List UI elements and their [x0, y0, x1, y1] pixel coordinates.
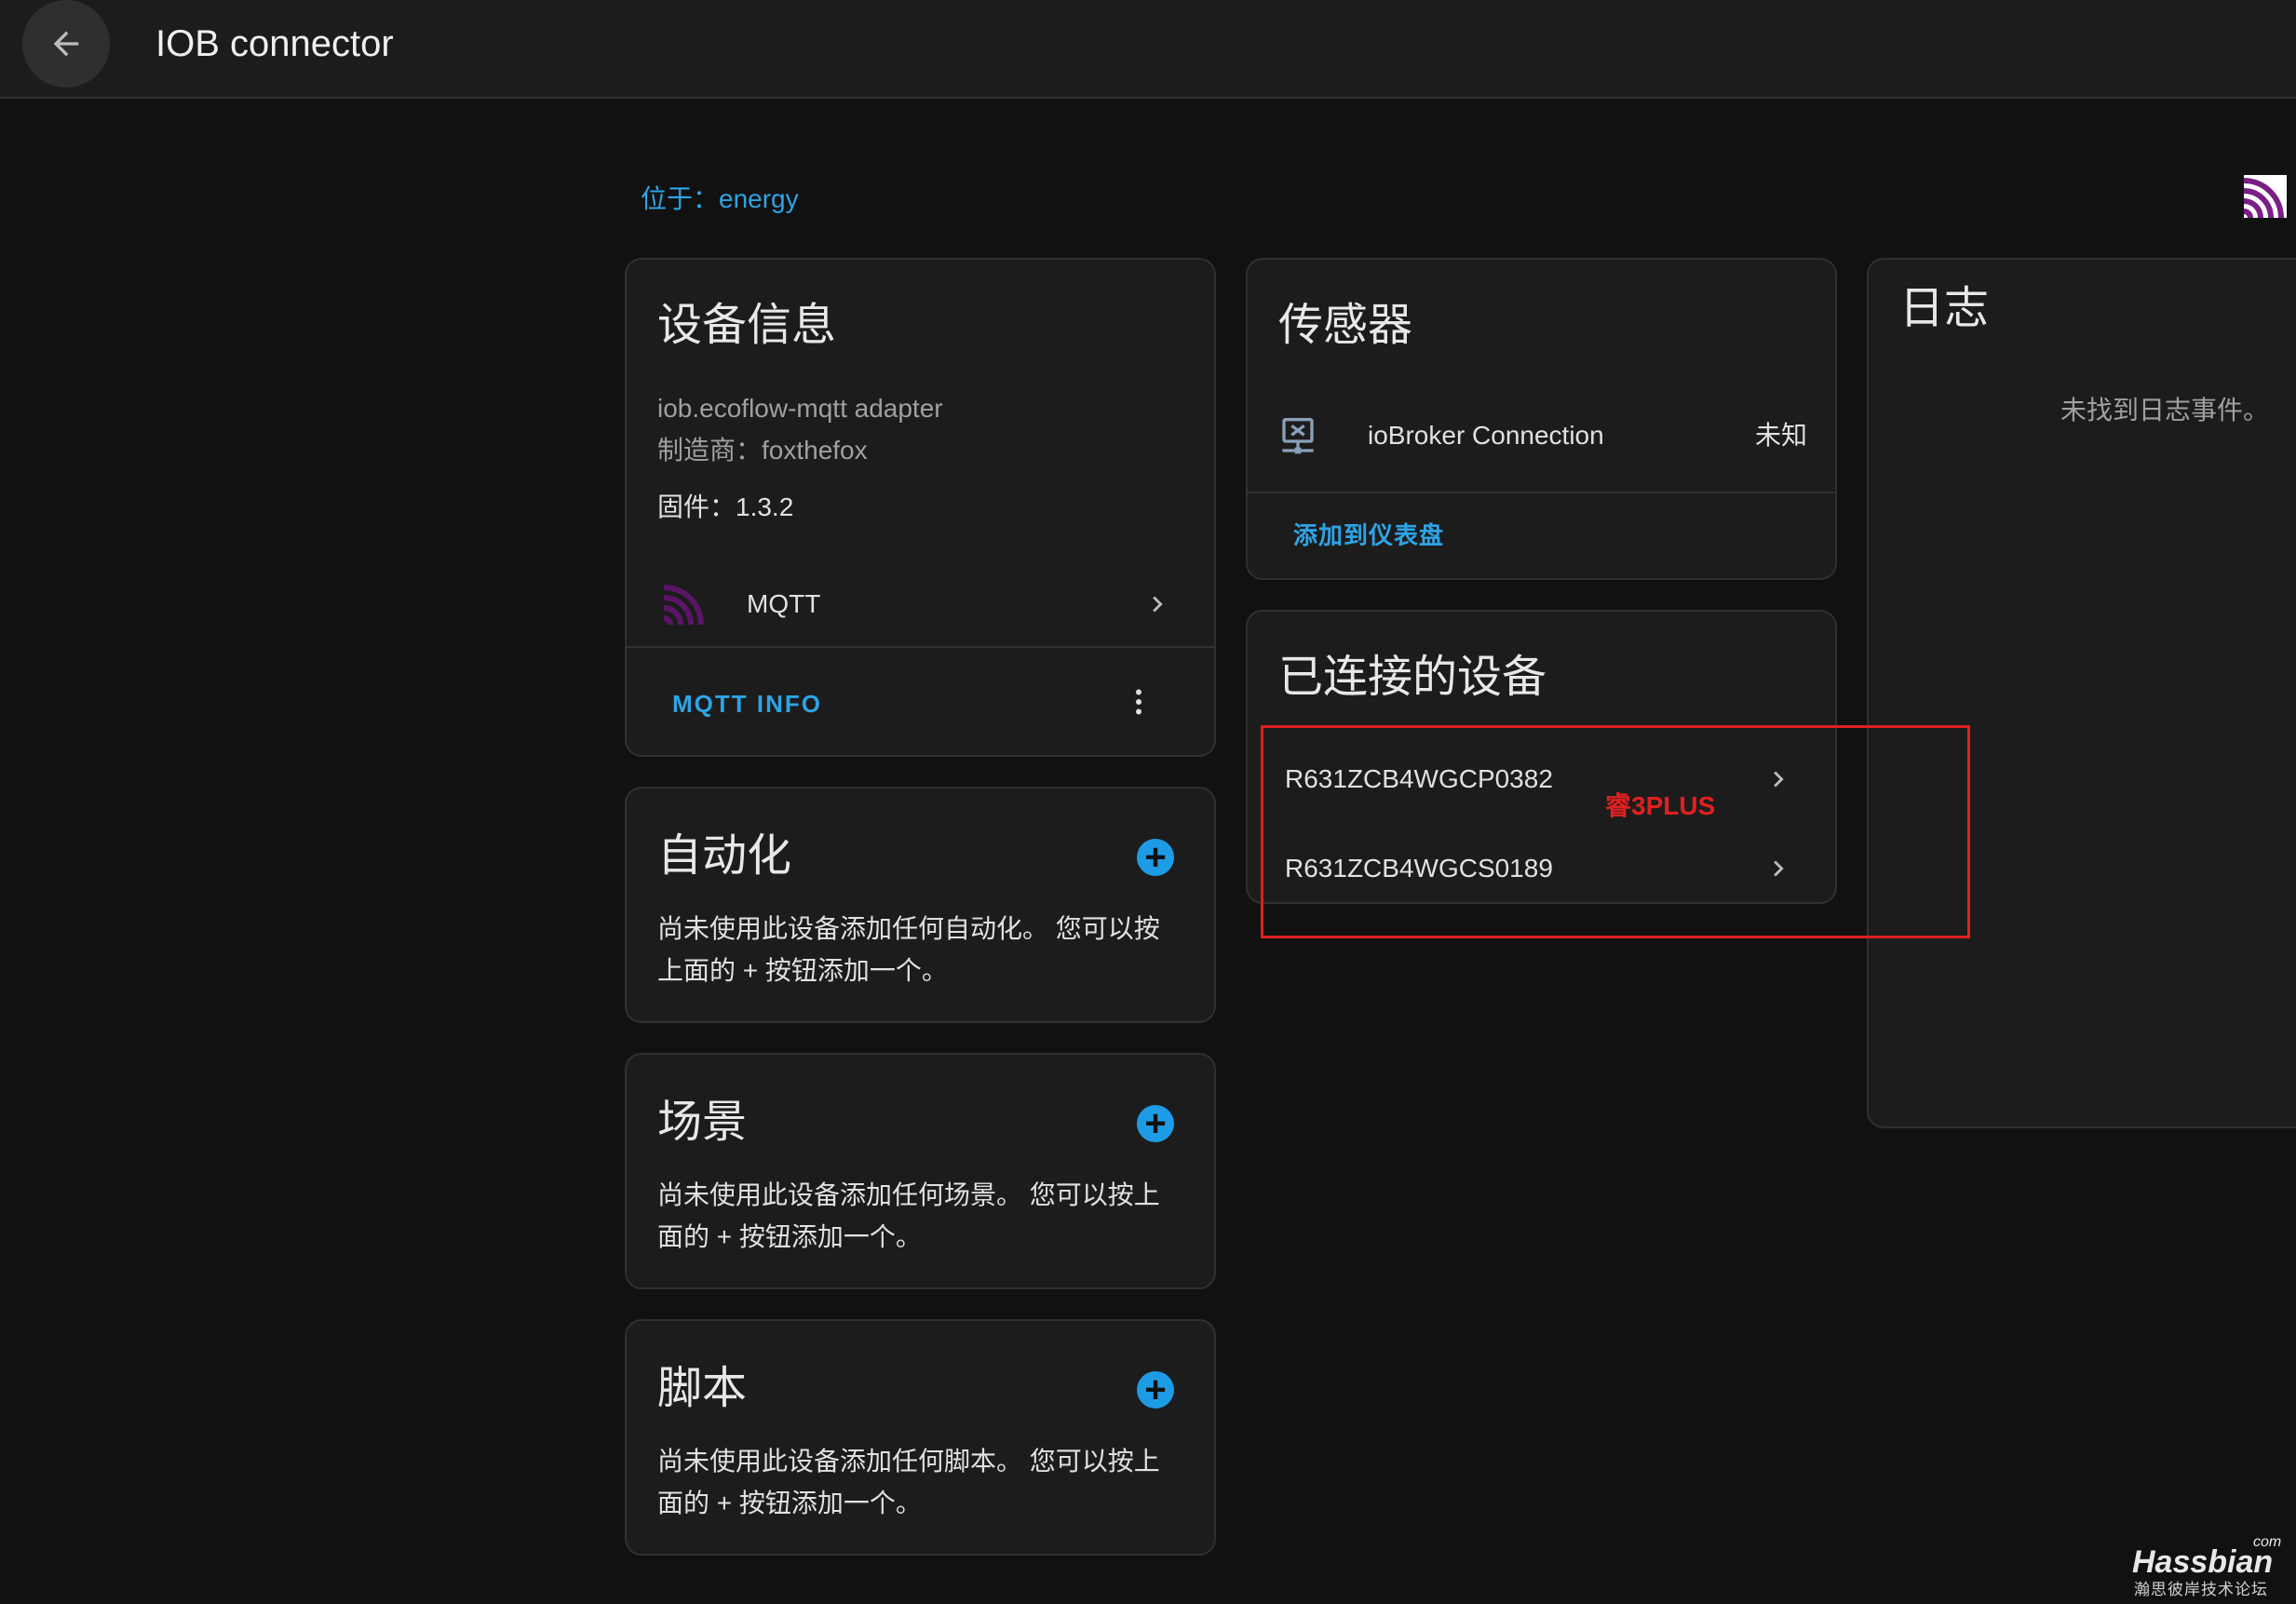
card-title: 自动化 [657, 829, 792, 882]
logbook-card: 日志 未找到日志事件。 [1867, 258, 2296, 1128]
add-automation-button[interactable]: + [1137, 839, 1174, 876]
card-title: 设备信息 [657, 299, 837, 351]
sensor-name: ioBroker Connection [1368, 421, 1604, 450]
scenes-description: 尚未使用此设备添加任何场景。 您可以按上面的 + 按钮添加一个。 [657, 1180, 1160, 1251]
automation-card: 自动化 + 尚未使用此设备添加任何自动化。 您可以按上面的 + 按钮添加一个。 [625, 787, 1216, 1023]
mqtt-logo-icon [664, 582, 707, 625]
highlight-box [1261, 725, 1970, 938]
watermark-tagline: 瀚思彼岸技术论坛 [2134, 1581, 2268, 1598]
automation-description: 尚未使用此设备添加任何自动化。 您可以按上面的 + 按钮添加一个。 [657, 914, 1160, 985]
plus-icon: + [1144, 837, 1167, 878]
plus-icon: + [1144, 1103, 1167, 1144]
sensor-row[interactable]: ioBroker Connection 未知 [1248, 399, 1835, 474]
watermark-brand: Hassbian [2132, 1544, 2274, 1580]
card-title: 传感器 [1278, 299, 1413, 351]
plus-icon: + [1144, 1369, 1167, 1410]
dots-vertical-icon [1136, 689, 1141, 715]
chevron-right-icon [1139, 586, 1176, 623]
device-model: iob.ecoflow-mqtt adapter [657, 394, 943, 423]
add-script-button[interactable]: + [1137, 1371, 1174, 1409]
integration-row[interactable]: MQTT [627, 567, 1214, 641]
page-title: IOB connector [155, 23, 394, 64]
divider [627, 646, 1214, 648]
annotation-label: 睿3PLUS [1605, 791, 1716, 820]
watermark-suffix: com [2253, 1534, 2282, 1550]
device-firmware: 固件：1.3.2 [657, 492, 794, 521]
scripts-description: 尚未使用此设备添加任何脚本。 您可以按上面的 + 按钮添加一个。 [657, 1447, 1160, 1517]
logbook-empty-text: 未找到日志事件。 [2060, 396, 2270, 425]
divider [1248, 492, 1835, 493]
add-scene-button[interactable]: + [1137, 1105, 1174, 1142]
mqtt-info-button[interactable]: MQTT INFO [672, 685, 822, 722]
network-icon [1279, 416, 1317, 462]
device-manufacturer: 制造商：foxthefox [657, 436, 868, 465]
add-to-dashboard-button[interactable]: 添加到仪表盘 [1293, 517, 1444, 554]
device-info-card: 设备信息 iob.ecoflow-mqtt adapter 制造商：foxthe… [625, 258, 1216, 757]
card-title: 场景 [657, 1096, 748, 1148]
area-link[interactable]: 位于：energy [641, 179, 799, 220]
card-title: 已连接的设备 [1278, 651, 1547, 703]
arrow-left-icon [53, 31, 79, 57]
card-title: 脚本 [657, 1362, 748, 1414]
sensors-card: 传感器 ioBroker Connection 未知 添加到仪表盘 [1246, 258, 1837, 580]
sensor-state: 未知 [1754, 421, 1807, 450]
card-title: 日志 [1899, 282, 1990, 334]
mqtt-logo-icon [2244, 175, 2290, 218]
scenes-card: 场景 + 尚未使用此设备添加任何场景。 您可以按上面的 + 按钮添加一个。 [625, 1053, 1216, 1289]
scripts-card: 脚本 + 尚未使用此设备添加任何脚本。 您可以按上面的 + 按钮添加一个。 [625, 1319, 1216, 1556]
overflow-menu-button[interactable] [1111, 669, 1167, 735]
watermark: Hassbian com 瀚思彼岸技术论坛 [2132, 1534, 2290, 1599]
integration-label: MQTT [747, 589, 821, 618]
back-button[interactable] [22, 0, 110, 88]
